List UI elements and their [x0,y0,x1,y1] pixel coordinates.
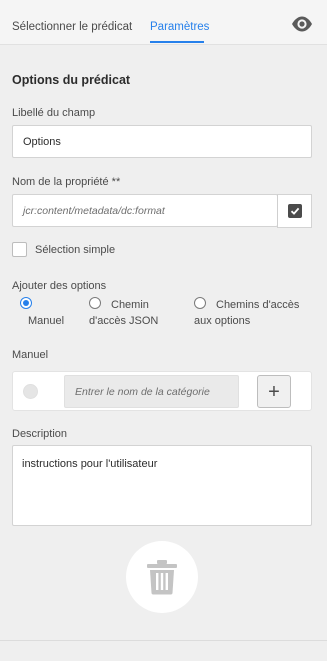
radio-manual[interactable] [20,297,32,309]
tab-bar: Sélectionner le prédicat Paramètres [0,0,327,45]
tab-settings[interactable]: Paramètres [150,21,209,33]
description-value: instructions pour l'utilisateur [22,458,158,470]
checkbox-box[interactable] [12,242,27,257]
radio-json-path-label-2: d'accès JSON [89,315,159,327]
tab-select-predicate[interactable]: Sélectionner le prédicat [12,21,132,33]
checkmark-icon [287,204,302,218]
property-name-input[interactable]: jcr:content/metadata/dc:format [12,194,278,227]
property-name-checkbox[interactable] [277,194,312,228]
simple-selection-label: Sélection simple [35,243,116,256]
property-name-value: jcr:content/metadata/dc:format [23,204,165,217]
category-name-input[interactable]: Entrer le nom de la catégorie [64,375,239,408]
manual-option-radio[interactable] [23,384,38,399]
radio-json-path-label-1: Chemin [111,299,149,311]
description-label: Description [12,428,68,440]
radio-options-paths-label-2: aux options [194,315,251,327]
radio-manual-label: Manuel [28,315,65,327]
field-label-value: Options [23,135,61,148]
eye-icon[interactable] [291,15,313,33]
delete-button[interactable] [126,541,198,613]
simple-selection-checkbox[interactable]: Sélection simple [12,242,115,257]
trash-icon [147,560,177,595]
field-label-label: Libellé du champ [12,107,96,119]
radio-json-path[interactable] [89,297,101,309]
field-label-input[interactable]: Options [12,125,312,158]
property-name-label: Nom de la propriété ** [12,176,121,188]
radio-options-paths[interactable] [194,297,206,309]
add-options-label: Ajouter des options [12,280,107,292]
section-title: Options du prédicat [12,73,131,87]
add-category-button[interactable]: + [257,375,291,408]
footer-divider [0,640,327,641]
manual-label: Manuel [12,349,49,361]
manual-option-row: Entrer le nom de la catégorie + [12,371,312,411]
category-name-placeholder: Entrer le nom de la catégorie [75,385,210,398]
radio-options-paths-label-1: Chemins d'accès [216,299,300,311]
description-textarea[interactable]: instructions pour l'utilisateur [12,445,312,526]
active-tab-indicator [150,41,204,43]
